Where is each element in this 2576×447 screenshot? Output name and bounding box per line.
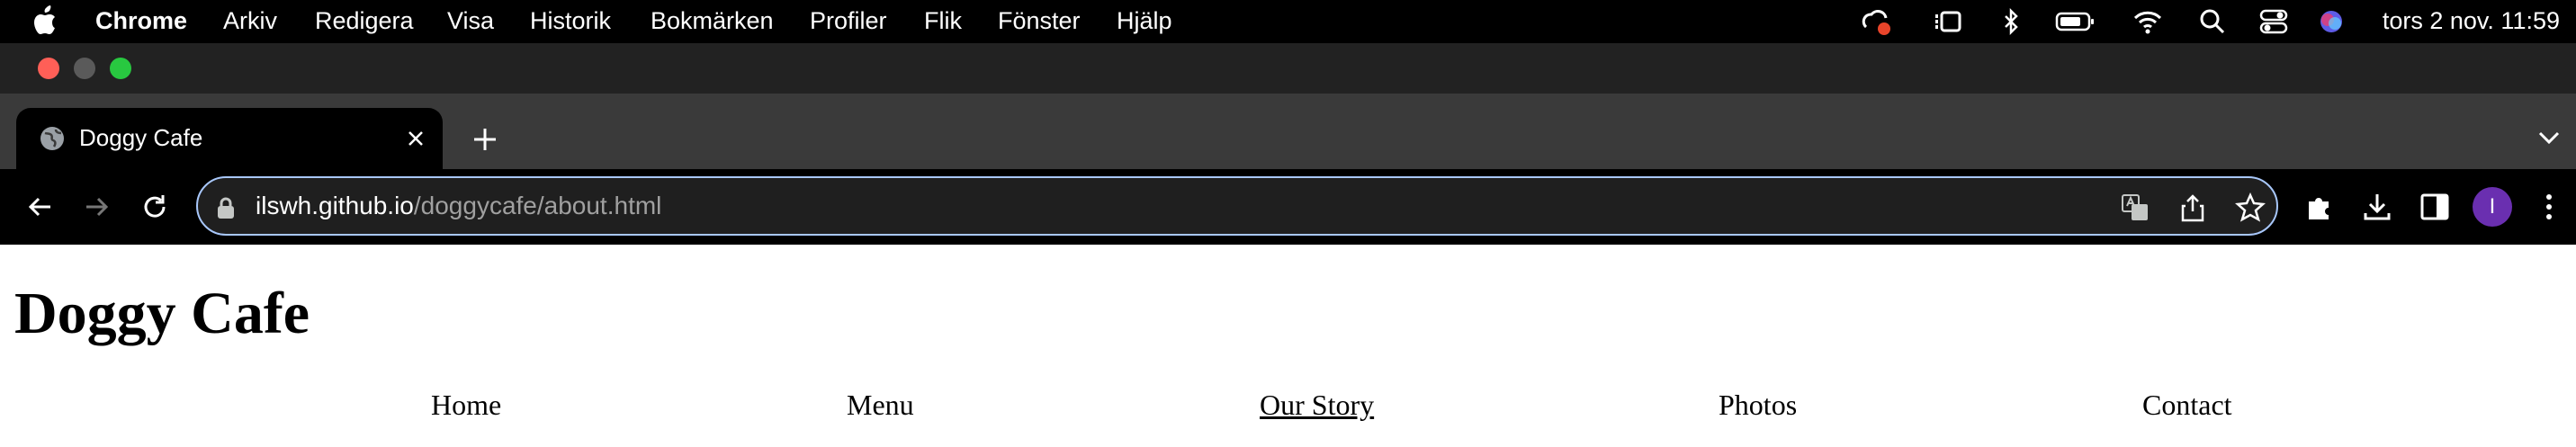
nav-link-menu[interactable]: Menu — [847, 390, 914, 419]
menubar-clock[interactable]: tors 2 nov. 11:59 — [2383, 7, 2560, 35]
creative-cloud-icon[interactable] — [1861, 7, 1891, 36]
menu-profiler[interactable]: Profiler — [810, 7, 887, 35]
download-icon[interactable] — [2361, 191, 2393, 223]
menu-app-name[interactable]: Chrome — [95, 7, 187, 35]
globe-icon — [40, 127, 64, 150]
menu-historik[interactable]: Historik — [530, 7, 611, 35]
battery-icon[interactable] — [2055, 7, 2096, 36]
extensions-puzzle-icon[interactable] — [2303, 191, 2336, 223]
more-menu-icon[interactable] — [2536, 191, 2563, 223]
bookmark-star-icon[interactable] — [2235, 192, 2266, 223]
page-content: Doggy Cafe Home Menu Our Story Photos Co… — [0, 245, 2576, 447]
window-minimize-button[interactable] — [74, 58, 95, 79]
apple-logo-icon[interactable] — [31, 4, 61, 40]
menu-bokmarken[interactable]: Bokmärken — [651, 7, 774, 35]
translate-icon[interactable] — [2120, 192, 2150, 223]
address-bar[interactable]: ilswh.github.io/doggycafe/about.html — [196, 176, 2278, 236]
control-center-icon[interactable] — [2258, 7, 2289, 36]
tab-close-icon[interactable] — [403, 126, 428, 151]
window-close-button[interactable] — [38, 58, 59, 79]
profile-avatar[interactable]: I — [2473, 187, 2512, 227]
nav-link-photos[interactable]: Photos — [1719, 390, 1797, 419]
menu-arkiv[interactable]: Arkiv — [223, 7, 277, 35]
url-host: ilswh.github.io — [256, 192, 414, 219]
url-path: /doggycafe/about.html — [413, 192, 662, 219]
macos-menu-bar: Chrome Arkiv Redigera Visa Historik Bokm… — [0, 0, 2576, 43]
nav-link-our-story[interactable]: Our Story — [1260, 390, 1374, 419]
menu-redigera[interactable]: Redigera — [315, 7, 414, 35]
page-title: Doggy Cafe — [14, 281, 310, 346]
stage-manager-icon[interactable] — [1933, 7, 1963, 36]
tab-search-chevron-icon[interactable] — [2536, 128, 2563, 148]
new-tab-plus-icon[interactable] — [470, 124, 500, 155]
menu-visa[interactable]: Visa — [447, 7, 494, 35]
nav-link-contact[interactable]: Contact — [2142, 390, 2232, 419]
reload-icon[interactable] — [139, 191, 171, 223]
forward-arrow-icon[interactable] — [81, 191, 113, 223]
lock-icon[interactable] — [216, 196, 236, 219]
wifi-icon[interactable] — [2132, 7, 2163, 36]
menu-fonster[interactable]: Fönster — [998, 7, 1081, 35]
url-text[interactable]: ilswh.github.io/doggycafe/about.html — [256, 192, 661, 220]
window-maximize-button[interactable] — [110, 58, 131, 79]
tab-doggy-cafe[interactable]: Doggy Cafe — [16, 108, 443, 169]
spotlight-search-icon[interactable] — [2197, 7, 2228, 36]
tab-title: Doggy Cafe — [79, 124, 203, 151]
side-panel-icon[interactable] — [2419, 191, 2451, 223]
bluetooth-icon[interactable] — [1996, 7, 2026, 36]
menu-flik[interactable]: Flik — [924, 7, 962, 35]
siri-icon[interactable] — [2316, 7, 2347, 36]
back-arrow-icon[interactable] — [23, 191, 56, 223]
window-titlebar — [0, 43, 2576, 94]
menu-hjalp[interactable]: Hjälp — [1117, 7, 1172, 35]
nav-link-home[interactable]: Home — [431, 390, 501, 419]
share-icon[interactable] — [2177, 192, 2208, 223]
